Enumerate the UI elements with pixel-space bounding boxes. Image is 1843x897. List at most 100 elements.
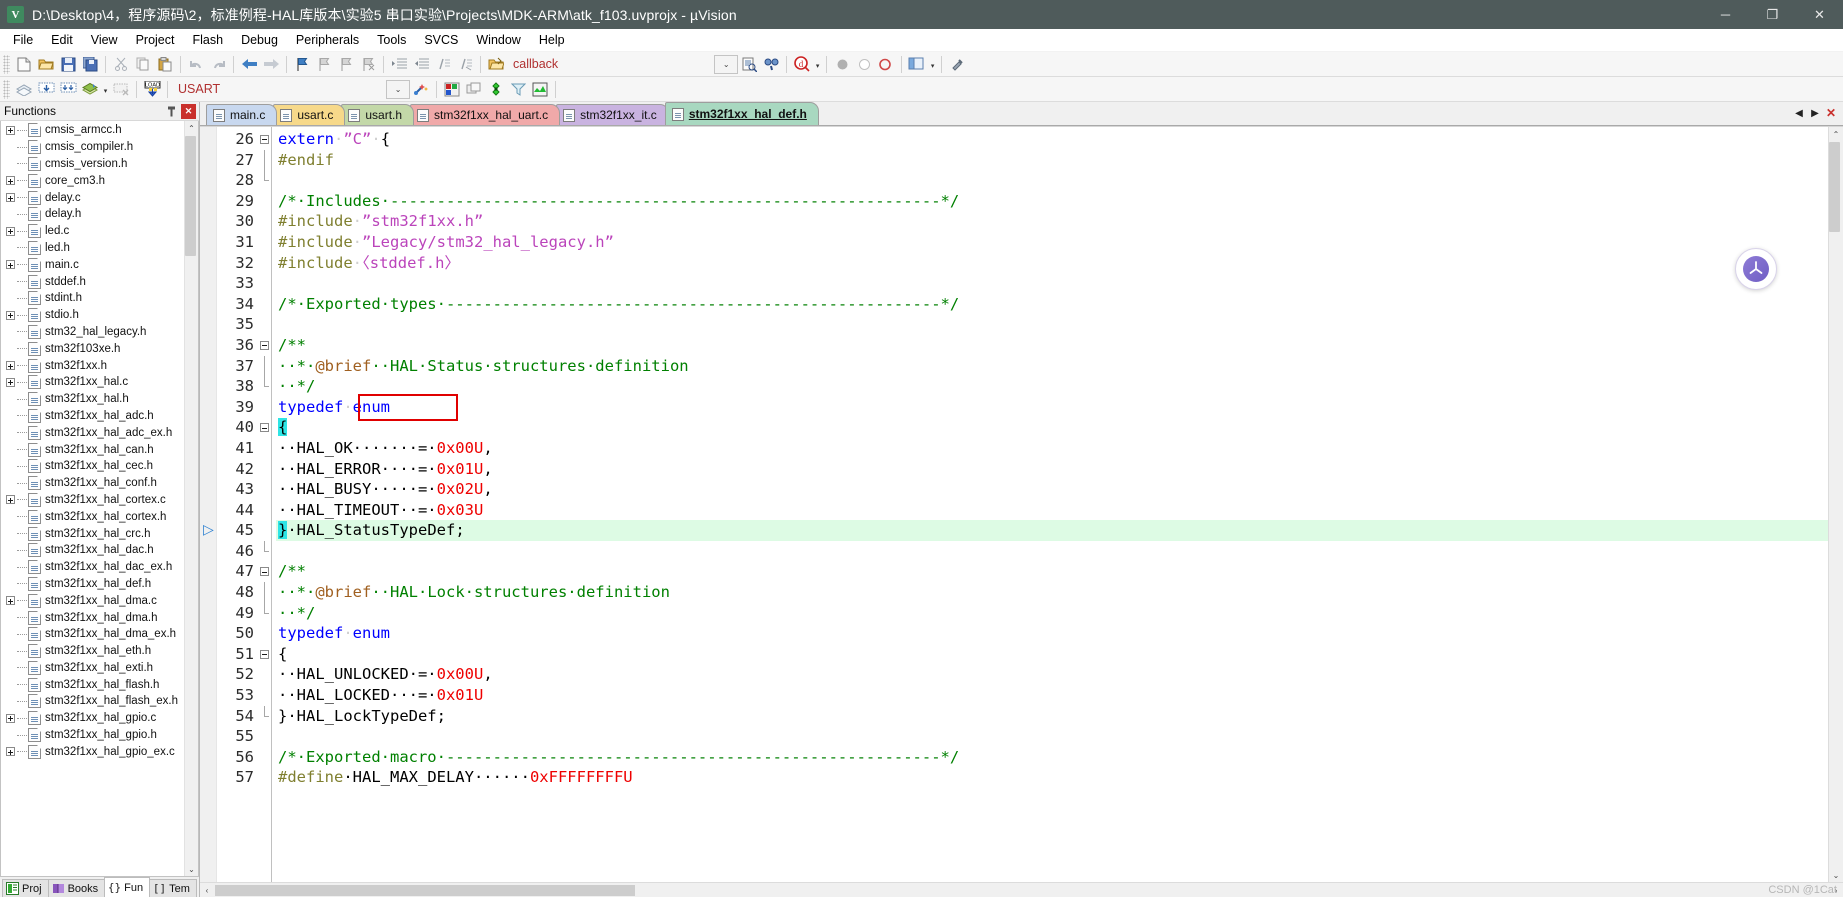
tree-item[interactable]: cmsis_armcc.h bbox=[1, 122, 184, 139]
tree-item[interactable]: stm32f1xx_hal_eth.h bbox=[1, 643, 184, 660]
plus-icon[interactable] bbox=[5, 377, 15, 387]
editor-hscroll-thumb[interactable] bbox=[215, 884, 635, 896]
batch-build-button[interactable] bbox=[79, 79, 101, 100]
plus-icon[interactable] bbox=[5, 596, 15, 606]
tree-item[interactable]: delay.h bbox=[1, 206, 184, 223]
menu-debug[interactable]: Debug bbox=[232, 29, 287, 51]
find-combo-dropdown[interactable]: ⌄ bbox=[714, 54, 739, 74]
editor-breakpoint-gutter[interactable]: ▷ bbox=[200, 127, 217, 882]
tree-item[interactable]: led.h bbox=[1, 240, 184, 257]
rebuild-all-button[interactable] bbox=[57, 79, 79, 100]
menu-svcs[interactable]: SVCS bbox=[415, 29, 467, 51]
plus-icon[interactable] bbox=[5, 226, 15, 236]
options-for-target-button[interactable] bbox=[485, 79, 507, 100]
expand-icon[interactable] bbox=[3, 596, 17, 606]
code-line[interactable]: /** bbox=[276, 335, 1828, 356]
minimize-button[interactable]: ─ bbox=[1702, 0, 1749, 29]
expand-icon[interactable] bbox=[3, 377, 17, 387]
tree-item[interactable]: stddef.h bbox=[1, 273, 184, 290]
close-active-tab-icon[interactable]: ✕ bbox=[1823, 104, 1839, 122]
tree-item[interactable]: stdint.h bbox=[1, 290, 184, 307]
tree-item[interactable]: core_cm3.h bbox=[1, 172, 184, 189]
menu-flash[interactable]: Flash bbox=[183, 29, 232, 51]
tree-scrollbar[interactable]: ⌃ ⌄ bbox=[184, 121, 198, 876]
indent-right-button[interactable] bbox=[388, 54, 410, 75]
manage-run-time-environment-button[interactable] bbox=[441, 79, 463, 100]
fold-toggle-icon[interactable] bbox=[257, 129, 271, 150]
clear-bookmarks-button[interactable] bbox=[357, 54, 379, 75]
editor-tab-stm32f1xx-hal-def-h[interactable]: stm32f1xx_hal_def.h bbox=[664, 102, 819, 125]
tree-item[interactable]: stm32f1xx_hal_def.h bbox=[1, 576, 184, 593]
expand-icon[interactable] bbox=[3, 310, 17, 320]
expand-icon[interactable] bbox=[3, 495, 17, 505]
pin-icon[interactable] bbox=[164, 104, 179, 119]
download-button[interactable]: LOAD bbox=[141, 79, 163, 100]
code-line[interactable] bbox=[276, 273, 1828, 294]
code-line[interactable]: extern·”C”·{ bbox=[276, 129, 1828, 150]
tree-item[interactable]: stm32f1xx_hal_cortex.c bbox=[1, 492, 184, 509]
tree-item[interactable]: cmsis_compiler.h bbox=[1, 139, 184, 156]
editor-scroll-down-icon[interactable]: ⌄ bbox=[1829, 868, 1843, 882]
code-line[interactable] bbox=[276, 314, 1828, 335]
code-line[interactable]: /*·Includes·----------------------------… bbox=[276, 191, 1828, 212]
editor-scroll-thumb[interactable] bbox=[1829, 142, 1840, 232]
menu-window[interactable]: Window bbox=[467, 29, 529, 51]
tree-item[interactable]: led.c bbox=[1, 223, 184, 240]
code-line[interactable]: { bbox=[276, 417, 1828, 438]
editor-vertical-scrollbar[interactable]: ⌃ ⌄ bbox=[1828, 127, 1843, 882]
tree-item[interactable]: stm32f1xx_hal_crc.h bbox=[1, 525, 184, 542]
expand-icon[interactable] bbox=[3, 747, 17, 757]
editor-tab-usart-h[interactable]: usart.h bbox=[341, 104, 415, 125]
code-line[interactable]: ··HAL_ERROR····=·0x01U, bbox=[276, 459, 1828, 480]
cut-button[interactable] bbox=[110, 54, 132, 75]
expand-icon[interactable] bbox=[3, 193, 17, 203]
toggle-bookmark-button[interactable] bbox=[291, 54, 313, 75]
expand-icon[interactable] bbox=[3, 226, 17, 236]
code-line[interactable]: ··HAL_UNLOCKED·=·0x00U, bbox=[276, 664, 1828, 685]
code-line[interactable]: #define·HAL_MAX_DELAY······0xFFFFFFFFU bbox=[276, 767, 1828, 788]
code-line[interactable]: #endif bbox=[276, 150, 1828, 171]
uncomment-selection-button[interactable] bbox=[454, 54, 476, 75]
tree-item[interactable]: cmsis_version.h bbox=[1, 156, 184, 173]
tree-item[interactable]: stm32f1xx_hal_dma_ex.h bbox=[1, 626, 184, 643]
plus-icon[interactable] bbox=[5, 361, 15, 371]
fold-toggle-icon[interactable] bbox=[257, 417, 271, 438]
code-line[interactable]: /*·Exported·macro·----------------------… bbox=[276, 747, 1828, 768]
tree-item[interactable]: main.c bbox=[1, 256, 184, 273]
close-panel-icon[interactable]: ✕ bbox=[181, 103, 196, 119]
tree-item[interactable]: stm32f1xx.h bbox=[1, 357, 184, 374]
tree-item[interactable]: stm32f1xx_hal_gpio.c bbox=[1, 710, 184, 727]
code-line[interactable] bbox=[276, 726, 1828, 747]
menu-edit[interactable]: Edit bbox=[42, 29, 82, 51]
expand-icon[interactable] bbox=[3, 713, 17, 723]
code-editor[interactable]: ▷ 26 27 28 29 30 31 32 33 34 35 36 37 38 39 40 41 42 43 44… bbox=[200, 126, 1843, 882]
tab-templates[interactable]: [] Tem bbox=[149, 879, 197, 897]
tree-item[interactable]: stdio.h bbox=[1, 307, 184, 324]
incremental-find-button[interactable] bbox=[760, 54, 782, 75]
batch-build-dropdown-arrow[interactable]: ▾ bbox=[101, 79, 110, 100]
tree-scroll-down-icon[interactable]: ⌄ bbox=[185, 862, 199, 876]
open-file-button[interactable] bbox=[35, 54, 57, 75]
plus-icon[interactable] bbox=[5, 495, 15, 505]
kill-all-breakpoints-button[interactable] bbox=[875, 54, 897, 75]
tree-scroll-track[interactable] bbox=[184, 135, 199, 862]
layout-dropdown-arrow[interactable]: ▾ bbox=[928, 54, 937, 75]
tree-item[interactable]: stm32f1xx_hal_dma.c bbox=[1, 592, 184, 609]
tree-item[interactable]: stm32f1xx_hal_exti.h bbox=[1, 660, 184, 677]
comment-selection-button[interactable] bbox=[432, 54, 454, 75]
open-folder-button[interactable] bbox=[485, 54, 507, 75]
multi-project-toolbar-button[interactable] bbox=[463, 79, 485, 100]
plus-icon[interactable] bbox=[5, 260, 15, 270]
tree-item[interactable]: stm32f1xx_hal_adc_ex.h bbox=[1, 424, 184, 441]
code-line[interactable]: }·HAL_StatusTypeDef; bbox=[276, 520, 1828, 541]
plus-icon[interactable] bbox=[5, 747, 15, 757]
tree-item[interactable]: stm32f1xx_hal_gpio_ex.c bbox=[1, 743, 184, 760]
code-line[interactable]: typedef·enum bbox=[276, 623, 1828, 644]
tree-item[interactable]: stm32f1xx_hal_can.h bbox=[1, 441, 184, 458]
menu-file[interactable]: File bbox=[4, 29, 42, 51]
insert-breakpoint-button[interactable] bbox=[831, 54, 853, 75]
tab-functions[interactable]: {} Fun bbox=[104, 877, 151, 897]
tree-item[interactable]: stm32f1xx_hal.h bbox=[1, 391, 184, 408]
window-layout-button[interactable] bbox=[906, 54, 928, 75]
fold-toggle-icon[interactable] bbox=[257, 335, 271, 356]
